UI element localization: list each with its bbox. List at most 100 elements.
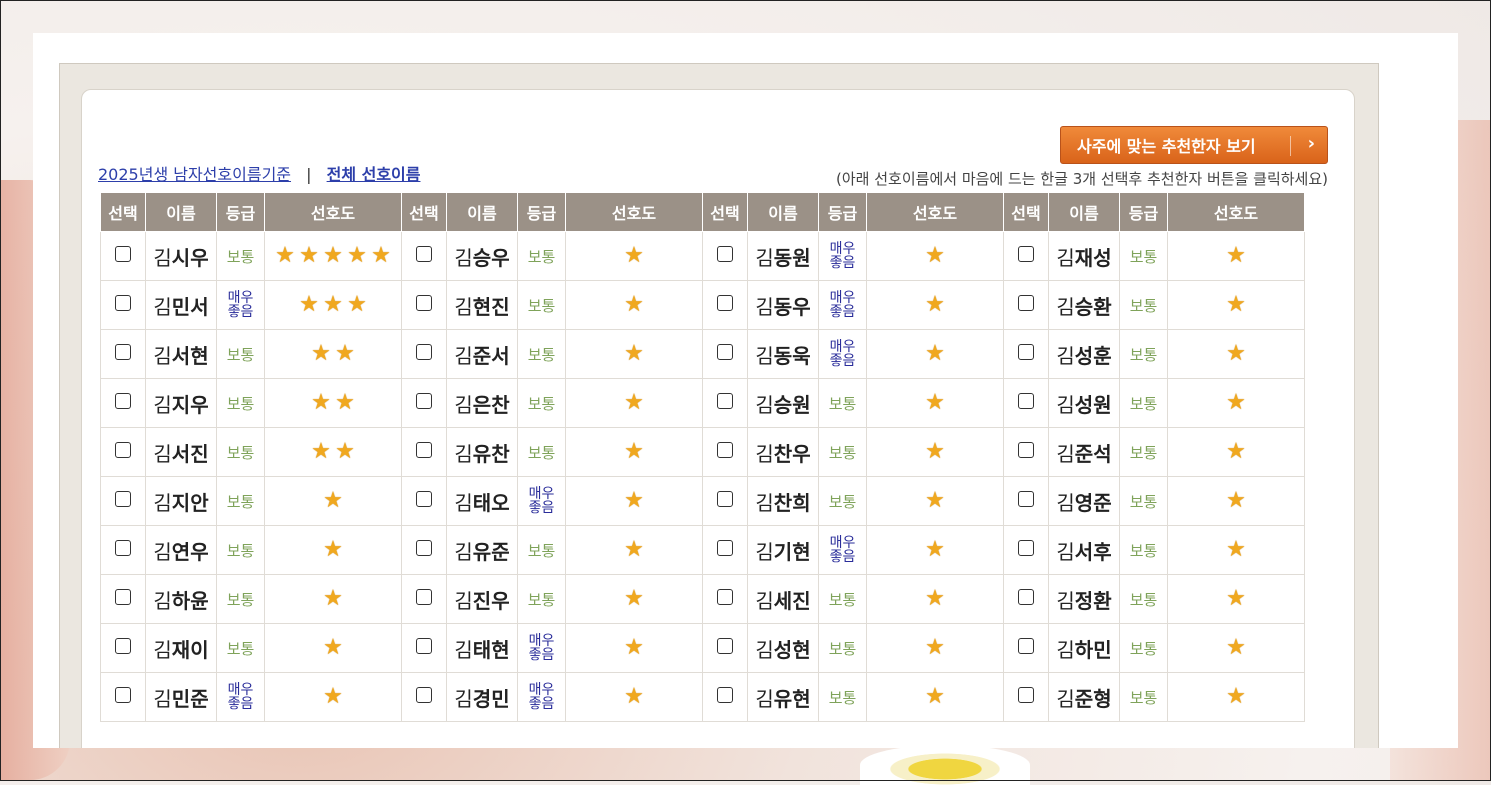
grade-cell: 보통 — [517, 525, 566, 575]
select-checkbox[interactable] — [1018, 442, 1034, 458]
grade-normal: 보통 — [226, 541, 255, 560]
surname: 김 — [454, 539, 473, 564]
surname: 김 — [153, 637, 172, 662]
given-name: 찬희 — [773, 490, 811, 515]
select-checkbox[interactable] — [1018, 589, 1034, 605]
chevron-right-icon: › — [1307, 133, 1315, 154]
grade-normal: 보통 — [1129, 394, 1158, 413]
name-text: 김지안 — [153, 491, 208, 515]
background-photo-daisy — [860, 745, 1030, 785]
given-name: 성원 — [1074, 392, 1112, 417]
name-cell: 김준서 — [446, 329, 518, 379]
select-checkbox[interactable] — [1018, 295, 1034, 311]
recommend-hanja-button[interactable]: 사주에 맞는 추천한자 보기 › — [1060, 126, 1328, 164]
select-checkbox[interactable] — [717, 442, 733, 458]
grade-cell: 매우 좋음 — [517, 672, 566, 722]
select-checkbox[interactable] — [115, 442, 131, 458]
grade-cell: 보통 — [517, 329, 566, 379]
link-2025-male-names[interactable]: 2025년생 남자선호이름기준 — [98, 165, 291, 184]
select-checkbox[interactable] — [717, 687, 733, 703]
name-cell: 김동우 — [747, 280, 819, 330]
select-checkbox[interactable] — [717, 589, 733, 605]
select-checkbox[interactable] — [416, 589, 432, 605]
header-grade: 등급 — [1119, 192, 1168, 232]
select-checkbox[interactable] — [115, 540, 131, 556]
select-checkbox[interactable] — [1018, 246, 1034, 262]
select-checkbox[interactable] — [115, 687, 131, 703]
star-icon: ★ — [624, 586, 644, 611]
name-text: 김서진 — [153, 442, 208, 466]
select-checkbox[interactable] — [1018, 491, 1034, 507]
preference-cell: ★ — [866, 476, 1004, 526]
select-checkbox[interactable] — [416, 393, 432, 409]
surname: 김 — [153, 686, 172, 711]
preference-cell: ★ — [1167, 427, 1305, 477]
star-icon: ★ — [1226, 292, 1246, 317]
given-name: 승원 — [773, 392, 811, 417]
given-name: 세진 — [773, 588, 811, 613]
given-name: 유준 — [472, 539, 510, 564]
select-checkbox[interactable] — [115, 393, 131, 409]
surname: 김 — [153, 245, 172, 270]
header-grade: 등급 — [818, 192, 867, 232]
name-text: 김준형 — [1056, 687, 1111, 711]
star-icon: ★ — [925, 439, 945, 464]
grade-very-good: 매우 좋음 — [227, 289, 254, 320]
grade-normal: 보통 — [226, 345, 255, 364]
select-checkbox[interactable] — [115, 246, 131, 262]
select-checkbox[interactable] — [1018, 687, 1034, 703]
star-icon: ★ — [311, 390, 331, 415]
link-all-preferred-names[interactable]: 전체 선호이름 — [327, 165, 421, 184]
select-checkbox[interactable] — [416, 295, 432, 311]
select-checkbox[interactable] — [717, 638, 733, 654]
select-checkbox[interactable] — [717, 540, 733, 556]
select-checkbox[interactable] — [416, 540, 432, 556]
preference-cell: ★ — [264, 525, 402, 575]
select-checkbox[interactable] — [416, 442, 432, 458]
select-checkbox[interactable] — [1018, 393, 1034, 409]
select-checkbox[interactable] — [115, 344, 131, 360]
star-icon: ★ — [925, 292, 945, 317]
star-icon: ★ — [1226, 635, 1246, 660]
surname: 김 — [755, 539, 774, 564]
select-checkbox[interactable] — [115, 589, 131, 605]
table-row: 김재이 보통 ★ 김태현 매우 좋음 ★ 김성현 보통 ★ 김하민 보통 ★ — [100, 623, 1305, 673]
select-cell — [702, 329, 748, 379]
select-checkbox[interactable] — [1018, 344, 1034, 360]
name-cell: 김기현 — [747, 525, 819, 575]
given-name: 승우 — [472, 245, 510, 270]
surname: 김 — [1056, 588, 1075, 613]
select-checkbox[interactable] — [416, 638, 432, 654]
select-checkbox[interactable] — [717, 491, 733, 507]
select-checkbox[interactable] — [416, 687, 432, 703]
name-text: 김찬희 — [755, 491, 810, 515]
preference-cell: ★ — [264, 476, 402, 526]
star-icon: ★ — [925, 586, 945, 611]
select-checkbox[interactable] — [115, 638, 131, 654]
select-checkbox[interactable] — [1018, 638, 1034, 654]
name-cell: 김민준 — [145, 672, 217, 722]
select-checkbox[interactable] — [717, 344, 733, 360]
select-checkbox[interactable] — [115, 491, 131, 507]
name-text: 김연우 — [153, 540, 208, 564]
select-checkbox[interactable] — [416, 246, 432, 262]
name-text: 김유찬 — [454, 442, 509, 466]
recommend-hanja-button-label: 사주에 맞는 추천한자 보기 — [1077, 137, 1256, 156]
select-checkbox[interactable] — [1018, 540, 1034, 556]
select-checkbox[interactable] — [717, 246, 733, 262]
surname: 김 — [153, 441, 172, 466]
select-checkbox[interactable] — [717, 393, 733, 409]
star-icon: ★ — [323, 537, 343, 562]
select-checkbox[interactable] — [416, 344, 432, 360]
table-row: 김시우 보통 ★ ★ ★ ★ ★ 김승우 보통 ★ 김동원 매우 좋음 ★ 김재성 보통 ★ — [100, 231, 1305, 281]
name-cell: 김유찬 — [446, 427, 518, 477]
select-checkbox[interactable] — [115, 295, 131, 311]
name-cell: 김태오 — [446, 476, 518, 526]
surname: 김 — [454, 392, 473, 417]
select-checkbox[interactable] — [416, 491, 432, 507]
grade-cell: 보통 — [1119, 672, 1168, 722]
grade-cell: 보통 — [517, 280, 566, 330]
select-checkbox[interactable] — [717, 295, 733, 311]
grade-normal: 보통 — [527, 443, 556, 462]
given-name: 연우 — [171, 539, 209, 564]
